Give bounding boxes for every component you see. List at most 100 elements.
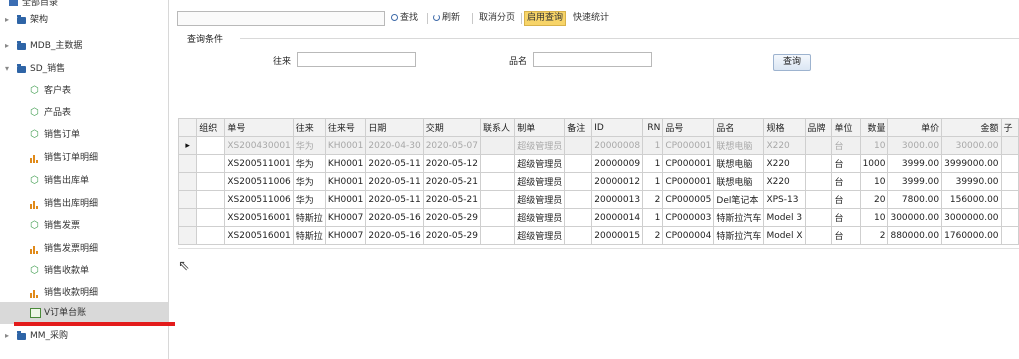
table-cell[interactable] (196, 172, 226, 191)
table-cell[interactable] (1000, 172, 1019, 191)
table-cell[interactable]: 1 (642, 136, 664, 155)
sidebar-item[interactable]: ⬡ 销售订单 (0, 124, 168, 146)
table-cell[interactable] (480, 208, 516, 227)
table-cell[interactable]: KH0001 (324, 154, 367, 173)
table-cell[interactable]: 特斯拉汽车 (713, 208, 765, 227)
table-cell[interactable] (196, 208, 226, 227)
sidebar-item[interactable]: ⬡ 客户表 (0, 80, 168, 102)
expand-arrow-open-icon[interactable]: ▾ (5, 58, 13, 80)
table-cell[interactable]: 30000.00 (941, 136, 1002, 155)
partner-input[interactable] (297, 52, 416, 67)
table-cell[interactable]: Model 3 (763, 208, 806, 227)
table-cell[interactable] (564, 154, 593, 173)
table-cell[interactable] (480, 226, 516, 245)
table-cell[interactable]: 20000014 (591, 208, 644, 227)
column-header[interactable]: 金额 (941, 118, 1002, 137)
table-row[interactable]: XS200511006 华为 KH0001 2020-05-11 2020-05-21 超… (178, 172, 1019, 191)
table-cell[interactable]: 华为 (292, 172, 326, 191)
table-cell[interactable]: 1 (642, 154, 664, 173)
table-cell[interactable]: 2020-05-16 (365, 208, 424, 227)
table-cell[interactable]: 2020-04-30 (365, 136, 424, 155)
table-cell[interactable] (804, 190, 833, 209)
table-cell[interactable]: KH0007 (324, 226, 367, 245)
table-cell[interactable] (804, 172, 833, 191)
column-header[interactable]: 单价 (887, 118, 943, 137)
table-cell[interactable]: XS200511006 (224, 172, 294, 191)
table-cell[interactable]: 3000000.00 (941, 208, 1002, 227)
table-cell[interactable]: 华为 (292, 190, 326, 209)
table-cell[interactable] (480, 172, 516, 191)
table-cell[interactable]: 1 (642, 208, 664, 227)
table-cell[interactable]: 7800.00 (887, 190, 943, 209)
column-header[interactable]: RN (642, 118, 664, 137)
table-cell[interactable]: 880000.00 (887, 226, 943, 245)
table-cell[interactable]: 特斯拉 (292, 208, 326, 227)
sidebar-item[interactable]: ▸ MDB_主数据 (0, 35, 168, 57)
collapse-chevron-icon[interactable]: ⌃ (146, 0, 154, 5)
table-cell[interactable]: 1 (642, 172, 664, 191)
find-button[interactable]: 查找 (389, 11, 420, 26)
column-header[interactable]: 往来号 (324, 118, 367, 137)
table-cell[interactable]: 华为 (292, 154, 326, 173)
table-cell[interactable] (1000, 190, 1019, 209)
row-indicator[interactable] (178, 208, 198, 227)
table-cell[interactable] (480, 136, 516, 155)
table-cell[interactable]: 超级管理员 (514, 172, 566, 191)
table-cell[interactable]: 3000.00 (887, 136, 943, 155)
table-cell[interactable] (564, 208, 593, 227)
sidebar-item[interactable]: ⬡ 销售收款单 (0, 260, 168, 282)
table-cell[interactable] (480, 190, 516, 209)
column-header[interactable]: 日期 (365, 118, 424, 137)
table-cell[interactable]: 2020-05-12 (422, 154, 482, 173)
table-cell[interactable]: 联想电脑 (713, 154, 765, 173)
table-cell[interactable]: 2 (642, 190, 664, 209)
table-cell[interactable] (804, 208, 833, 227)
table-cell[interactable]: 39990.00 (941, 172, 1002, 191)
row-indicator[interactable]: ▸ (178, 136, 198, 155)
table-cell[interactable]: 300000.00 (887, 208, 943, 227)
sidebar-item[interactable]: ⬡ 销售出库单 (0, 170, 168, 192)
enable-query-button[interactable]: 启用查询 (524, 11, 567, 26)
table-cell[interactable] (196, 226, 226, 245)
table-cell[interactable]: Model X (763, 226, 806, 245)
table-cell[interactable]: 超级管理员 (514, 226, 566, 245)
table-cell[interactable]: 台 (831, 172, 861, 191)
expand-arrow-icon[interactable]: ▸ (5, 9, 13, 31)
sidebar-item[interactable]: ▸ 架构 (0, 9, 168, 31)
sidebar-item[interactable]: V订单台账 (0, 302, 168, 324)
column-header[interactable]: 制单 (514, 118, 566, 137)
table-row[interactable]: ▸ XS200430001 华为 KH0001 2020-04-30 2020-05-07… (178, 136, 1019, 155)
refresh-button[interactable]: 刷新 (431, 11, 462, 26)
cancel-paging-button[interactable]: 取消分页 (477, 11, 517, 26)
column-header[interactable]: 品号 (662, 118, 715, 137)
table-cell[interactable]: CP000001 (662, 154, 715, 173)
table-cell[interactable]: 联想电脑 (713, 136, 765, 155)
table-cell[interactable] (1000, 208, 1019, 227)
sidebar-item[interactable]: ⬡ 销售发票 (0, 215, 168, 237)
table-cell[interactable]: 2 (642, 226, 664, 245)
table-cell[interactable]: KH0001 (324, 136, 367, 155)
table-cell[interactable]: KH0007 (324, 208, 367, 227)
sidebar-item[interactable]: ▾ SD_销售 (0, 58, 168, 80)
column-header[interactable] (178, 118, 198, 137)
row-indicator[interactable] (178, 154, 198, 173)
table-cell[interactable] (196, 136, 226, 155)
table-cell[interactable]: KH0001 (324, 172, 367, 191)
table-cell[interactable]: 超级管理员 (514, 190, 566, 209)
table-cell[interactable]: 2020-05-11 (365, 190, 424, 209)
table-cell[interactable] (1000, 154, 1019, 173)
query-button[interactable]: 查询 (773, 54, 811, 71)
column-header[interactable]: 单号 (224, 118, 294, 137)
row-indicator[interactable] (178, 226, 198, 245)
table-cell[interactable]: 1760000.00 (941, 226, 1002, 245)
table-cell[interactable] (1000, 136, 1019, 155)
table-cell[interactable] (564, 190, 593, 209)
table-row[interactable]: XS200516001 特斯拉 KH0007 2020-05-16 2020-05-29… (178, 226, 1019, 245)
table-cell[interactable]: 2020-05-16 (365, 226, 424, 245)
table-cell[interactable]: 10 (859, 208, 889, 227)
table-cell[interactable]: 华为 (292, 136, 326, 155)
table-cell[interactable]: 2020-05-07 (422, 136, 482, 155)
table-cell[interactable]: XS200430001 (224, 136, 294, 155)
column-header[interactable]: 子 (1000, 118, 1019, 137)
table-row[interactable]: XS200516001 特斯拉 KH0007 2020-05-16 2020-05-29… (178, 208, 1019, 227)
